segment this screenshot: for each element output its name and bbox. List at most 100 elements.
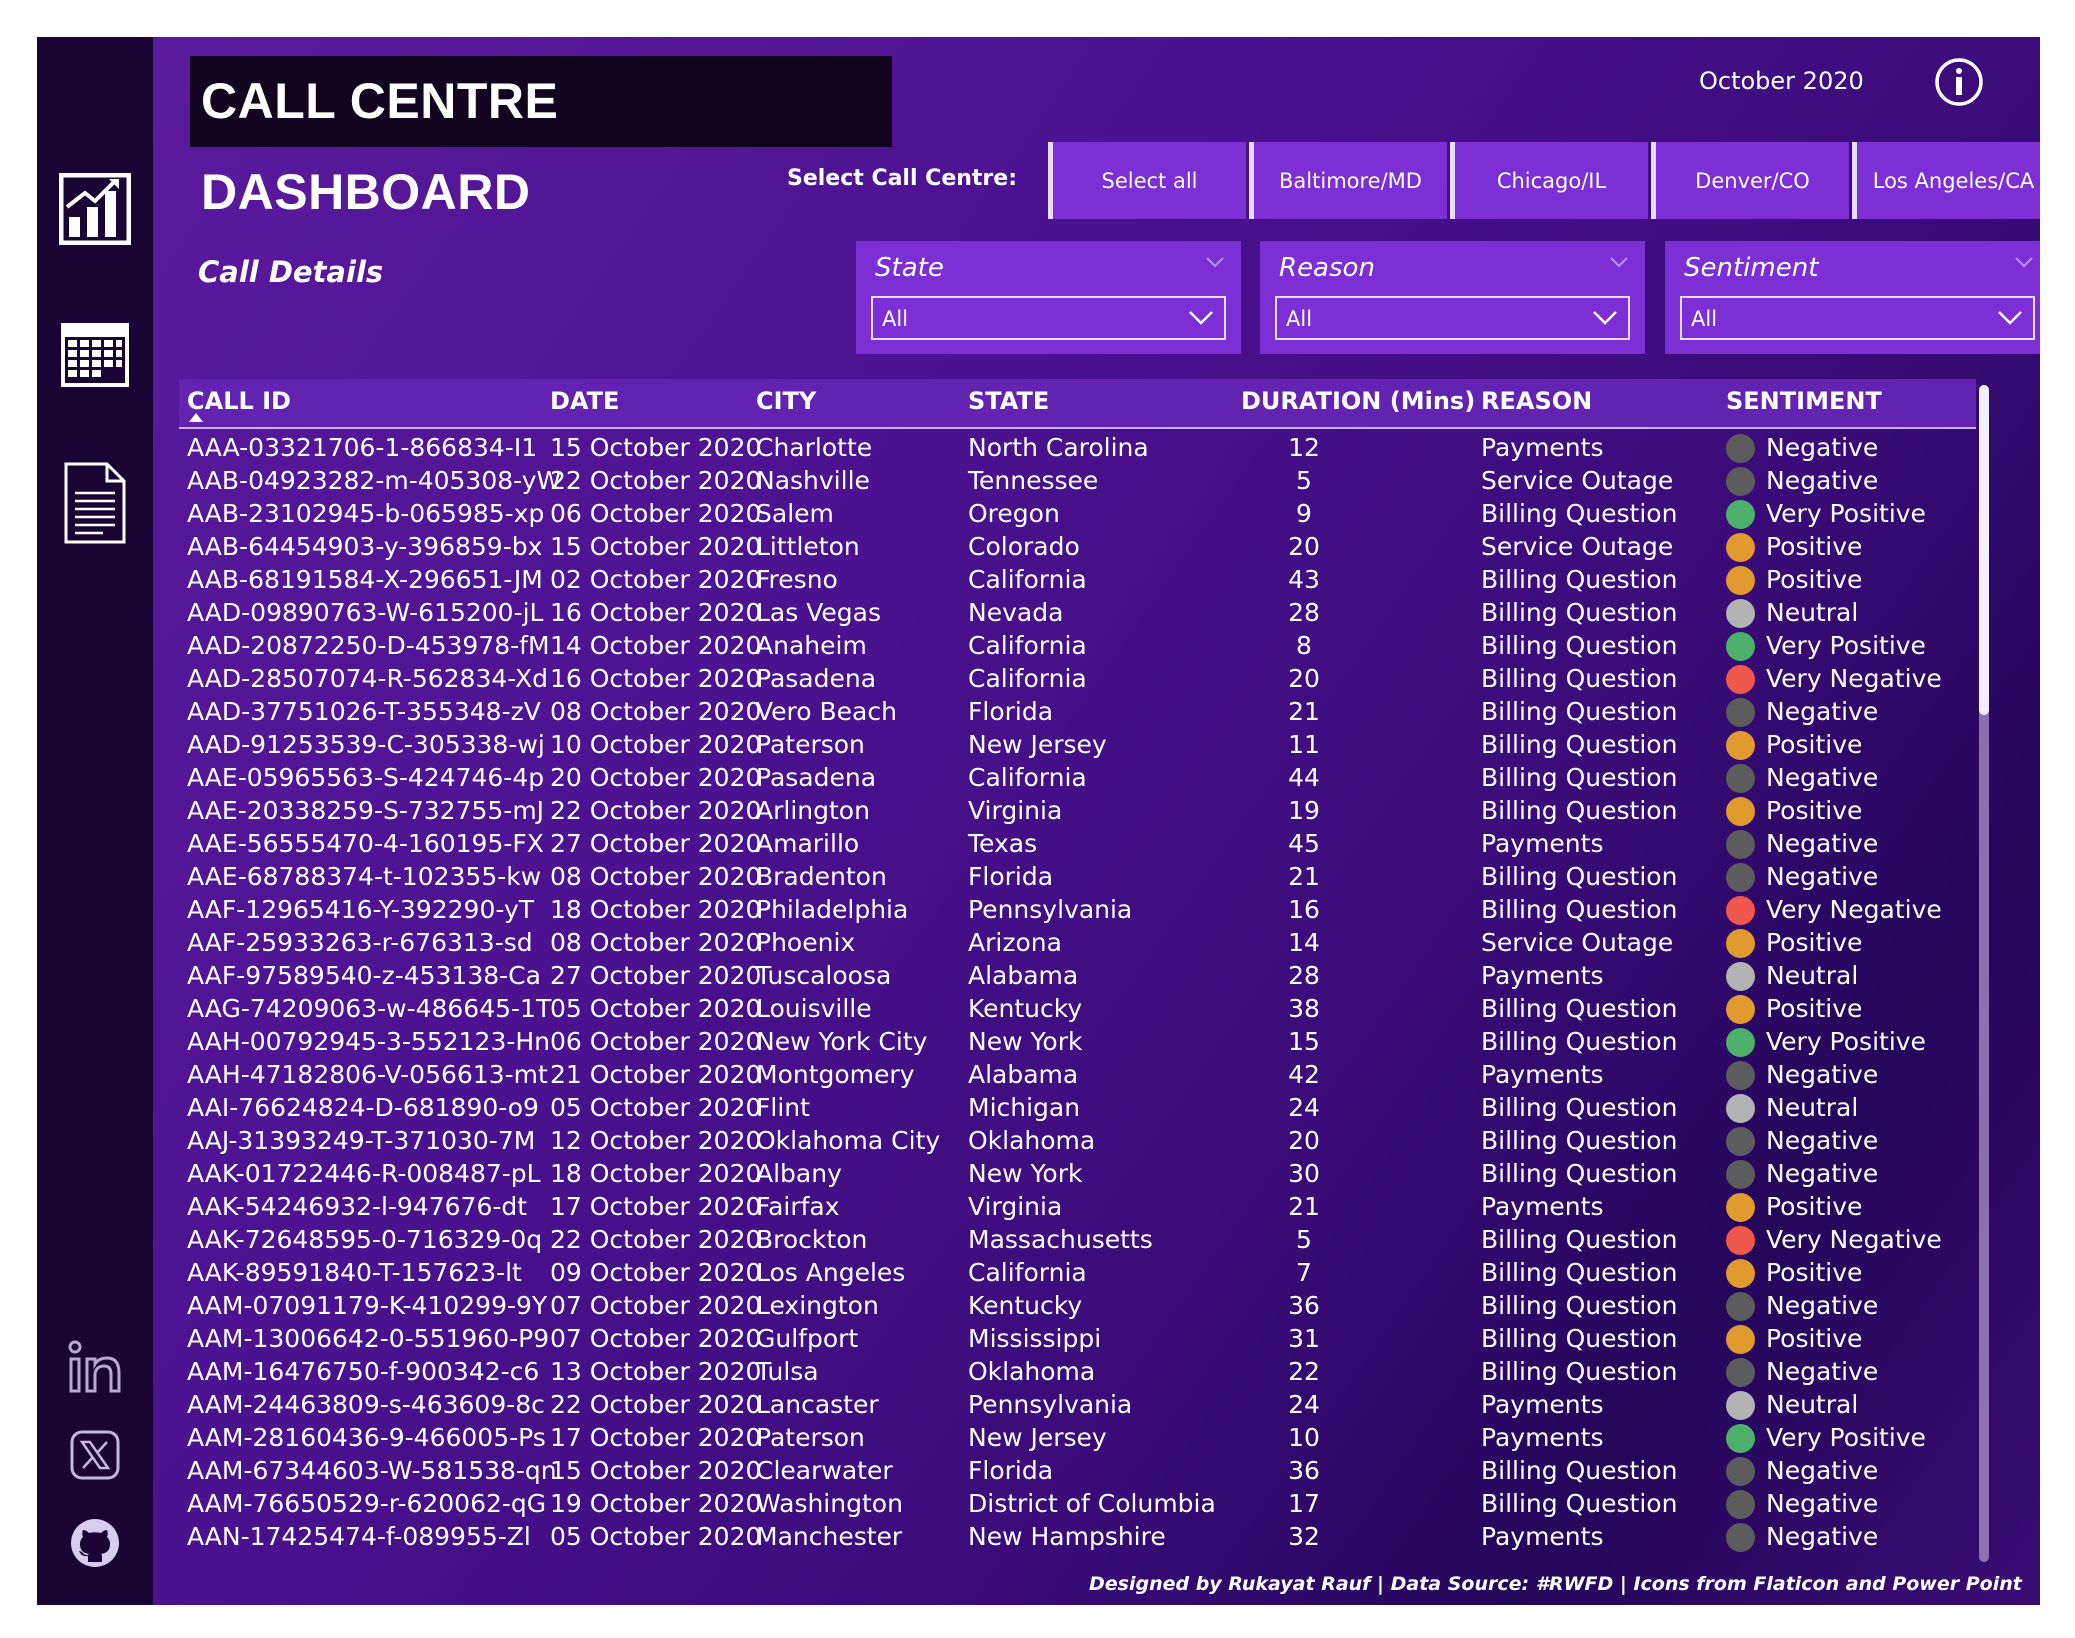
cell-date: 22 October 2020 — [550, 796, 762, 825]
table-row[interactable]: AAH-00792945-3-552123-Hn 06 October 2020 N… — [179, 1025, 1976, 1058]
github-icon[interactable] — [57, 1505, 133, 1581]
table-row[interactable]: AAH-47182806-V-056613-mt 21 October 2020 M… — [179, 1058, 1976, 1091]
table-row[interactable]: AAK-54246932-l-947676-dt 17 October 2020 F… — [179, 1190, 1976, 1223]
table-row[interactable]: AAE-05965563-S-424746-4p 20 October 2020 P… — [179, 761, 1976, 794]
table-row[interactable]: AAF-97589540-z-453138-Ca 27 October 2020 T… — [179, 959, 1976, 992]
cell-state: Michigan — [968, 1093, 1081, 1122]
table-row[interactable]: AAM-13006642-0-551960-P9 07 October 2020 G… — [179, 1322, 1976, 1355]
call-centre-chicago[interactable]: Chicago/IL — [1450, 142, 1648, 219]
cell-call-id: AAM-28160436-9-466005-Ps — [187, 1423, 546, 1452]
cell-city: Phoenix — [756, 928, 856, 957]
sentiment-indicator-icon — [1726, 467, 1755, 496]
table-row[interactable]: AAF-12965416-Y-392290-yT 18 October 2020 P… — [179, 893, 1976, 926]
state-dropdown[interactable]: All — [871, 296, 1226, 340]
table-row[interactable]: AAM-24463809-s-463609-8c 22 October 2020 L… — [179, 1388, 1976, 1421]
column-header-call-id[interactable]: CALL ID — [187, 387, 291, 415]
sentiment-indicator-icon — [1726, 929, 1755, 958]
cell-sentiment: Positive — [1766, 796, 1863, 825]
table-row[interactable]: AAB-64454903-y-396859-bx 15 October 2020 L… — [179, 530, 1976, 563]
table-row[interactable]: AAB-23102945-b-065985-xp 06 October 2020 S… — [179, 497, 1976, 530]
table-row[interactable]: AAB-04923282-m-405308-yW 22 October 2020 N… — [179, 464, 1976, 497]
cell-duration: 24 — [1288, 1390, 1320, 1419]
table-row[interactable]: AAD-91253539-C-305338-wj 10 October 2020 P… — [179, 728, 1976, 761]
cell-state: District of Columbia — [968, 1489, 1216, 1518]
sentiment-indicator-icon — [1726, 1259, 1755, 1288]
table-row[interactable]: AAA-03321706-1-866834-I1 15 October 2020 C… — [179, 431, 1976, 464]
call-centre-select-all[interactable]: Select all — [1048, 142, 1246, 219]
table-row[interactable]: AAD-37751026-T-355348-zV 08 October 2020 V… — [179, 695, 1976, 728]
table-row[interactable]: AAF-25933263-r-676313-sd 08 October 2020 P… — [179, 926, 1976, 959]
table-row[interactable]: AAK-01722446-R-008487-pL 18 October 2020 A… — [179, 1157, 1976, 1190]
sentiment-indicator-icon — [1726, 434, 1755, 463]
cell-duration: 16 — [1288, 895, 1320, 924]
table-row[interactable]: AAE-20338259-S-732755-mJ 22 October 2020 A… — [179, 794, 1976, 827]
cell-duration: 45 — [1288, 829, 1320, 858]
column-header-sentiment[interactable]: SENTIMENT — [1726, 387, 1882, 415]
cell-state: Arizona — [968, 928, 1062, 957]
column-header-reason[interactable]: REASON — [1481, 387, 1592, 415]
sentiment-indicator-icon — [1726, 731, 1755, 760]
table-row[interactable]: AAM-16476750-f-900342-c6 13 October 2020 T… — [179, 1355, 1976, 1388]
column-header-state[interactable]: STATE — [968, 387, 1049, 415]
info-icon[interactable] — [1934, 57, 1984, 107]
table-row[interactable]: AAK-89591840-T-157623-lt 09 October 2020 L… — [179, 1256, 1976, 1289]
cell-reason: Billing Question — [1481, 1324, 1678, 1353]
reason-dropdown-value: All — [1286, 307, 1313, 331]
sentiment-indicator-icon — [1726, 632, 1755, 661]
cell-city: Tuscaloosa — [756, 961, 892, 990]
chevron-down-icon[interactable] — [1205, 255, 1225, 269]
cell-state: New Hampshire — [968, 1522, 1166, 1551]
sentiment-dropdown[interactable]: All — [1680, 296, 2035, 340]
table-row[interactable]: AAJ-31393249-T-371030-7M 12 October 2020 O… — [179, 1124, 1976, 1157]
table-row[interactable]: AAM-67344603-W-581538-qn 15 October 2020 C… — [179, 1454, 1976, 1487]
cell-city: Paterson — [756, 730, 865, 759]
table-row[interactable]: AAK-72648595-0-716329-0q 22 October 2020 B… — [179, 1223, 1976, 1256]
table-row[interactable]: AAM-28160436-9-466005-Ps 17 October 2020 P… — [179, 1421, 1976, 1454]
x-twitter-icon[interactable] — [57, 1417, 133, 1493]
table-row[interactable]: AAI-76624824-D-681890-o9 05 October 2020 F… — [179, 1091, 1976, 1124]
column-header-duration[interactable]: DURATION (Mins) — [1241, 387, 1475, 415]
chevron-down-icon[interactable] — [2014, 255, 2034, 269]
cell-state: Pennsylvania — [968, 1390, 1133, 1419]
page-title: CALL CENTRE DASHBOARD — [190, 56, 892, 220]
column-header-city[interactable]: CITY — [756, 387, 816, 415]
document-icon[interactable] — [57, 462, 133, 544]
table-row[interactable]: AAB-68191584-X-296651-JM 02 October 2020 F… — [179, 563, 1976, 596]
linkedin-icon[interactable] — [57, 1329, 133, 1405]
table-row[interactable]: AAD-28507074-R-562834-Xd 16 October 2020 P… — [179, 662, 1976, 695]
sentiment-indicator-icon — [1726, 1226, 1755, 1255]
column-header-date[interactable]: DATE — [550, 387, 619, 415]
call-centre-los-angeles[interactable]: Los Angeles/CA — [1852, 142, 2040, 219]
cell-reason: Billing Question — [1481, 598, 1678, 627]
cell-duration: 32 — [1288, 1522, 1320, 1551]
cell-date: 22 October 2020 — [550, 1390, 762, 1419]
cell-sentiment: Very Positive — [1766, 1027, 1926, 1056]
cell-call-id: AAJ-31393249-T-371030-7M — [187, 1126, 536, 1155]
table-row[interactable]: AAN-17425474-f-089955-Zl 05 October 2020 M… — [179, 1520, 1976, 1553]
table-row[interactable]: AAE-68788374-t-102355-kw 08 October 2020 B… — [179, 860, 1976, 893]
table-row[interactable]: AAD-09890763-W-615200-jL 16 October 2020 L… — [179, 596, 1976, 629]
cell-city: Charlotte — [756, 433, 873, 462]
cell-reason: Service Outage — [1481, 532, 1674, 561]
table-row[interactable]: AAD-20872250-D-453978-fM 14 October 2020 A… — [179, 629, 1976, 662]
cell-sentiment: Negative — [1766, 763, 1879, 792]
reason-dropdown[interactable]: All — [1275, 296, 1630, 340]
sentiment-indicator-icon — [1726, 1391, 1755, 1420]
cell-reason: Payments — [1481, 1060, 1604, 1089]
call-centre-denver[interactable]: Denver/CO — [1651, 142, 1849, 219]
table-row[interactable]: AAM-76650529-r-620062-qG 19 October 2020 W… — [179, 1487, 1976, 1520]
table-row[interactable]: AAE-56555470-4-160195-FX 27 October 2020 A… — [179, 827, 1976, 860]
chevron-down-icon[interactable] — [1609, 255, 1629, 269]
sentiment-indicator-icon — [1726, 500, 1755, 529]
table-row[interactable]: AAG-74209063-w-486645-1T 05 October 2020 L… — [179, 992, 1976, 1025]
call-centre-baltimore[interactable]: Baltimore/MD — [1249, 142, 1447, 219]
table-row[interactable]: AAM-07091179-K-410299-9Y 07 October 2020 L… — [179, 1289, 1976, 1322]
table-scrollbar-thumb[interactable] — [1979, 385, 1989, 715]
cell-sentiment: Negative — [1766, 1489, 1879, 1518]
cell-sentiment: Negative — [1766, 1456, 1879, 1485]
cell-state: Massachusetts — [968, 1225, 1153, 1254]
calendar-icon[interactable] — [57, 317, 133, 393]
cell-date: 15 October 2020 — [550, 1456, 762, 1485]
cell-sentiment: Neutral — [1766, 1390, 1859, 1419]
bar-chart-icon[interactable] — [57, 171, 133, 247]
